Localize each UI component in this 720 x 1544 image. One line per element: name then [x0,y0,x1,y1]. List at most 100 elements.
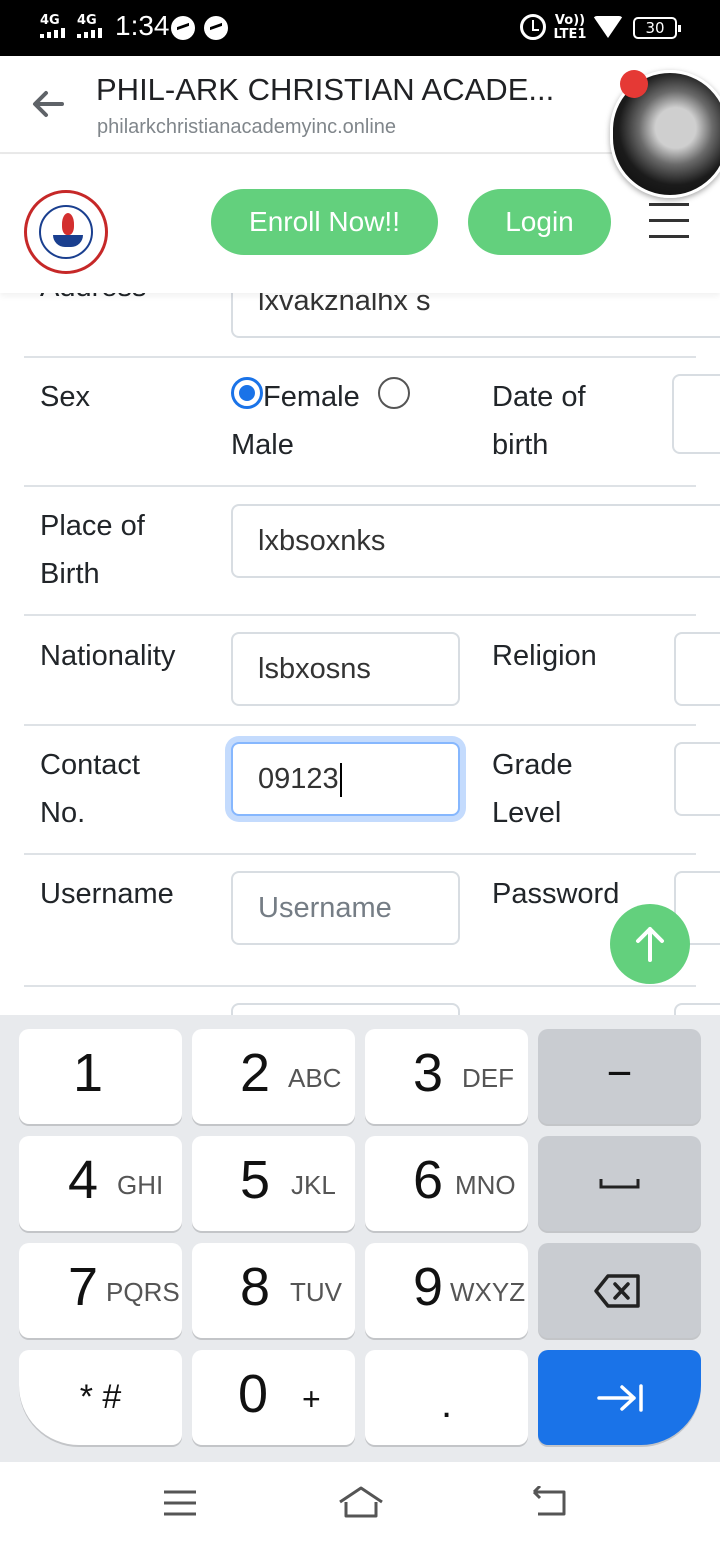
arrow-up-icon [636,927,664,962]
username-input[interactable]: Username [231,871,460,945]
key-minus[interactable]: − [538,1029,701,1124]
key-backspace[interactable] [538,1243,701,1338]
system-navigation-bar [0,1462,720,1544]
backspace-icon [594,1274,640,1308]
scroll-to-top-button[interactable] [610,904,690,984]
key-symbol: * # [79,1378,122,1416]
key-digit: 3 [413,1043,444,1103]
key-letters: DEF [462,1063,514,1093]
male-radio[interactable] [378,377,410,409]
enroll-now-button[interactable]: Enroll Now!! [211,189,438,255]
divider [24,853,696,855]
contact-label-line1: Contact [40,749,140,781]
network-label-2: 4G [77,13,97,28]
key-7[interactable]: 7 PQRS [19,1243,182,1338]
signal-icon [40,28,65,38]
text-caret [339,763,342,798]
key-symbol: . [440,1382,453,1426]
flame-icon [62,213,74,235]
female-radio[interactable] [231,377,263,409]
alarm-icon [520,14,546,40]
page-title: PHIL-ARK CHRISTIAN ACADE... [96,72,555,107]
signal-icon [77,28,102,38]
logo-emblem [39,205,93,259]
key-9[interactable]: 9 WXYZ [365,1243,528,1338]
religion-input[interactable] [674,632,720,706]
key-digit: 9 [413,1257,444,1317]
key-letters: ABC [288,1063,342,1093]
arrow-left-icon[interactable] [28,84,68,124]
key-letters: GHI [117,1170,164,1200]
contact-number-input[interactable]: 09123 [231,742,460,816]
contact-number-value: 09123 [258,763,339,795]
network-label-1: 4G [40,13,60,28]
password-label: Password [492,878,620,910]
female-option-label: Female [263,381,360,413]
key-space[interactable] [538,1136,701,1231]
page-url: philarkchristianacademyinc.online [97,116,397,138]
nationality-label: Nationality [40,640,176,672]
dob-label-line1: Date of [492,381,586,413]
key-3[interactable]: 3 DEF [365,1029,528,1124]
grade-label-line1: Grade [492,749,573,781]
key-letters: MNO [455,1170,516,1200]
key-letters: TUV [290,1277,342,1307]
battery-indicator: 30 [633,17,681,39]
home-icon[interactable] [336,1482,386,1522]
key-next[interactable] [538,1350,701,1445]
key-symbol: − [606,1049,633,1098]
hamburger-icon[interactable] [649,203,689,239]
grade-label-line2: Level [492,797,562,829]
login-button[interactable]: Login [468,189,611,255]
key-letters: PQRS [106,1277,180,1307]
divider [24,614,696,616]
key-period[interactable]: . [365,1350,528,1445]
grade-level-select[interactable] [674,742,720,816]
key-8[interactable]: 8 TUV [192,1243,355,1338]
contact-label-line2: No. [40,797,86,829]
clock: 1:34 [115,10,170,41]
next-row-input[interactable] [674,1003,720,1015]
recent-apps-icon[interactable] [160,1486,200,1520]
key-digit: 7 [68,1257,99,1317]
key-digit: 4 [68,1150,99,1210]
dob-input[interactable] [672,374,720,454]
male-option-label: Male [231,429,294,461]
divider [24,985,696,987]
messenger-icon [204,16,228,40]
divider [24,485,696,487]
back-nav-icon[interactable] [528,1486,570,1520]
key-digit: 0 [238,1364,269,1424]
school-logo[interactable] [24,190,108,274]
notification-badge [620,70,648,98]
divider [24,356,696,358]
divider [24,724,696,726]
space-icon [599,1179,640,1189]
key-2[interactable]: 2 ABC [192,1029,355,1124]
volte-indicator: Vo)) LTE1 [553,13,587,42]
key-5[interactable]: 5 JKL [192,1136,355,1231]
key-star-hash[interactable]: * # [19,1350,182,1445]
lamp-icon [53,235,83,247]
numeric-keyboard: 1 2 ABC 3 DEF − 4 GHI 5 JKL 6 MNO 7 PQRS… [0,1015,720,1462]
key-digit: 2 [240,1043,271,1103]
key-digit: 1 [73,1043,104,1103]
nationality-input[interactable]: lsbxosns [231,632,460,706]
next-row-input[interactable] [231,1003,460,1015]
key-digit: 6 [413,1150,444,1210]
dob-label-line2: birth [492,429,549,461]
key-4[interactable]: 4 GHI [19,1136,182,1231]
sex-label: Sex [40,381,90,413]
religion-label: Religion [492,640,597,672]
key-1[interactable]: 1 [19,1029,182,1124]
wifi-icon [593,16,623,38]
username-label: Username [40,878,174,910]
messenger-icon [171,16,195,40]
key-6[interactable]: 6 MNO [365,1136,528,1231]
key-letters: JKL [291,1170,336,1200]
tab-next-icon [597,1384,643,1412]
place-of-birth-input[interactable]: lxbsoxnks [231,504,720,578]
key-0[interactable]: 0 + [192,1350,355,1445]
key-digit: 5 [240,1150,271,1210]
pob-label-line2: Birth [40,558,100,590]
